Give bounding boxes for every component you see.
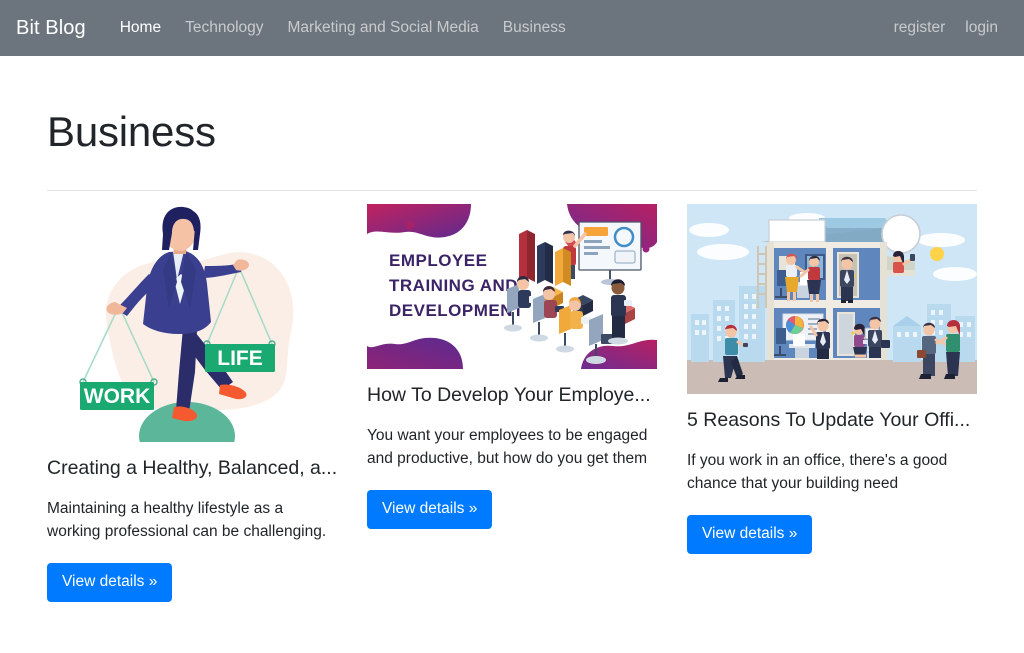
card-excerpt: You want your employees to be engaged an… [367,426,648,467]
nav-link-business[interactable]: Business [491,13,578,43]
life-sign-label: LIFE [217,347,263,370]
post-card[interactable]: EMPLOYEE TRAINING AND DEVELOPMENT How To… [367,204,657,529]
work-life-balance-illustration: WORK LIFE [47,204,337,443]
post-card-grid: WORK LIFE Creating a Healthy, Balanced, … [47,204,977,602]
nav-link-home[interactable]: Home [108,13,173,43]
training-heading-line2: TRAINING AND [389,276,518,295]
nav-item-home: Home [108,13,173,43]
primary-nav: Home Technology Marketing and Social Med… [108,13,884,43]
page-title: Business [47,108,216,155]
main-content: Business WORK LIFE Creating a Healthy, B… [0,108,1024,602]
card-excerpt: If you work in an office, there's a good… [687,451,948,492]
work-life-balance-svg: WORK LIFE [79,207,294,443]
nav-link-marketing-and-social-media[interactable]: Marketing and Social Media [276,13,491,43]
nav-item-marketing-and-social-media: Marketing and Social Media [276,13,491,43]
main-navbar: Bit Blog Home Technology Marketing and S… [0,0,1024,56]
office-building-illustration [687,204,977,395]
card-title: 5 Reasons To Update Your Offi... [687,409,971,432]
view-details-button[interactable]: View details » [687,515,813,554]
nav-item-register: register [884,13,956,43]
nav-item-login: login [955,13,1008,43]
post-card[interactable]: 5 Reasons To Update Your Offi... If you … [687,204,977,554]
account-nav: register login [884,13,1008,43]
card-title: Creating a Healthy, Balanced, a... [47,457,337,480]
office-building-svg [687,204,977,395]
employee-training-svg: EMPLOYEE TRAINING AND DEVELOPMENT [367,204,657,370]
training-heading-line1: EMPLOYEE [389,251,487,270]
nav-item-technology: Technology [173,13,275,43]
employee-training-illustration: EMPLOYEE TRAINING AND DEVELOPMENT [367,204,657,370]
post-card[interactable]: WORK LIFE Creating a Healthy, Balanced, … [47,204,337,602]
view-details-button[interactable]: View details » [47,563,173,602]
card-excerpt: Maintaining a healthy lifestyle as a wor… [47,499,327,540]
register-link[interactable]: register [884,13,956,43]
title-divider [47,190,977,192]
work-sign-label: WORK [84,385,151,408]
card-title: How To Develop Your Employe... [367,384,651,407]
nav-link-technology[interactable]: Technology [173,13,275,43]
login-link[interactable]: login [955,13,1008,43]
view-details-button[interactable]: View details » [367,490,493,529]
brand-logo[interactable]: Bit Blog [16,17,86,40]
training-heading-line3: DEVELOPMENT [389,301,524,320]
nav-item-business: Business [491,13,578,43]
